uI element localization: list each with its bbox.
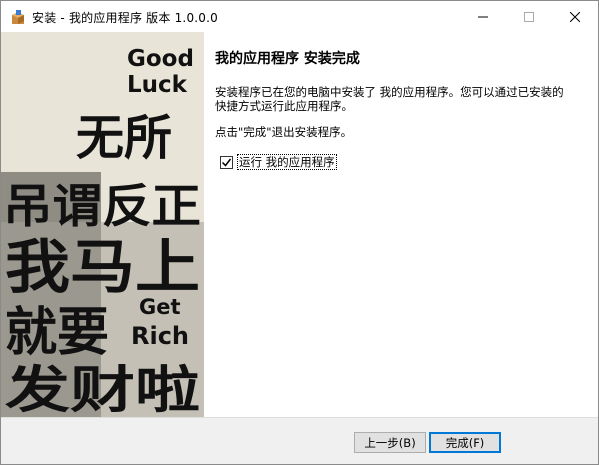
title-bar[interactable]: 安装 - 我的应用程序 版本 1.0.0.0 — [1, 1, 598, 32]
run-app-checkbox[interactable] — [220, 155, 233, 169]
banner-line-8: Rich — [131, 322, 189, 350]
banner-line-9: 发财啦 — [5, 361, 200, 417]
banner-line-5: 我马上 — [5, 233, 200, 301]
banner-line-1: Good — [127, 46, 194, 72]
wizard-footer: 上一步(B) 完成(F) — [1, 417, 598, 464]
maximize-icon — [524, 11, 534, 22]
checkmark-icon — [221, 158, 232, 167]
window-title: 安装 - 我的应用程序 版本 1.0.0.0 — [32, 11, 218, 25]
installer-box-icon — [12, 10, 24, 24]
run-app-option[interactable]: 运行 我的应用程序 — [220, 154, 337, 170]
banner-line-2: Luck — [127, 72, 188, 98]
maximize-button[interactable] — [506, 1, 552, 32]
minimize-button[interactable] — [460, 1, 506, 32]
finish-hint: 点击"完成"退出安装程序。 — [215, 125, 353, 139]
installer-window: 安装 - 我的应用程序 版本 1.0.0.0 Good Luck 无所 吊谓反正… — [0, 0, 599, 465]
banner-line-3: 无所 — [76, 110, 172, 166]
finish-description: 安装程序已在您的电脑中安装了 我的应用程序。您可以通过已安装的快捷方式运行此应用… — [215, 85, 564, 113]
close-icon — [570, 11, 580, 22]
banner-line-4: 吊谓反正 — [3, 179, 201, 233]
page-title: 我的应用程序 安装完成 — [215, 51, 360, 67]
run-app-label[interactable]: 运行 我的应用程序 — [237, 154, 337, 170]
back-button[interactable]: 上一步(B) — [354, 432, 426, 453]
banner-artwork: Good Luck 无所 吊谓反正 我马上 就要 Get Rich 发财啦 — [1, 32, 204, 417]
minimize-icon — [478, 16, 488, 17]
banner-line-7: Get — [139, 295, 181, 319]
wizard-content: Good Luck 无所 吊谓反正 我马上 就要 Get Rich 发财啦 我的… — [1, 32, 598, 417]
wizard-banner-image: Good Luck 无所 吊谓反正 我马上 就要 Get Rich 发财啦 — [1, 32, 204, 417]
banner-line-6: 就要 — [5, 303, 109, 363]
close-button[interactable] — [552, 1, 598, 32]
finish-button[interactable]: 完成(F) — [429, 432, 501, 453]
